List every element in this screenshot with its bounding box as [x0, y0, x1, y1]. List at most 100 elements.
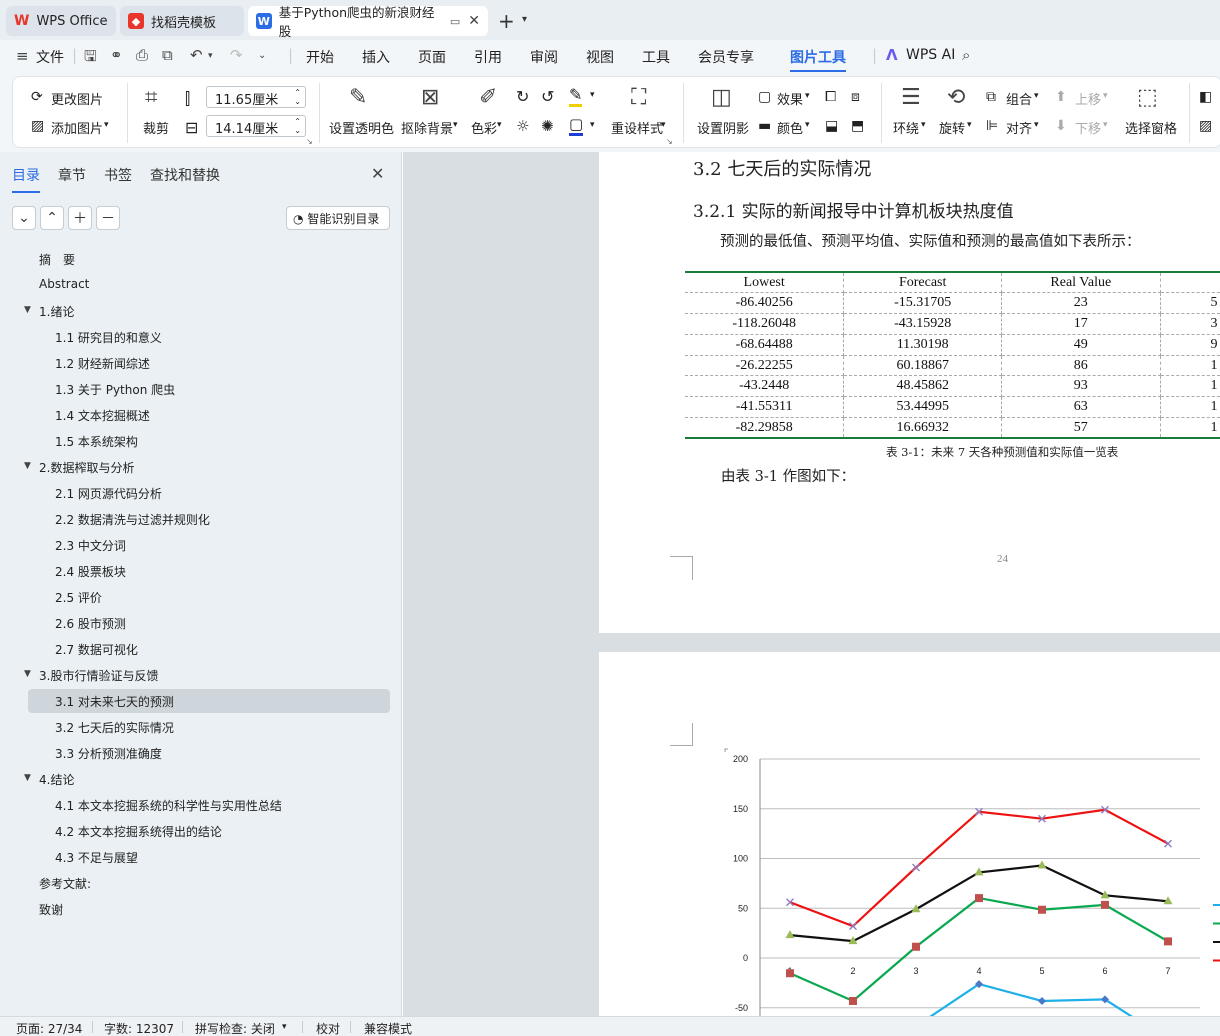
toc-item[interactable]: 4.结论 — [39, 771, 74, 788]
toc-item[interactable]: 3.2 七天后的实际情况 — [55, 719, 174, 736]
effects-button[interactable]: 效果 — [777, 89, 803, 108]
print-icon[interactable]: ⎙ — [136, 46, 148, 64]
toc-item[interactable]: Abstract — [39, 277, 89, 291]
toc-item[interactable]: 2.4 股票板块 — [55, 563, 126, 580]
chevron-down-icon[interactable]: ▾ — [967, 120, 972, 130]
spell-check[interactable]: 拼写检查: 关闭 — [195, 1020, 275, 1036]
color-button[interactable]: 色彩 — [471, 118, 497, 137]
toc-item[interactable]: 1.2 财经新闻综述 — [55, 355, 150, 372]
redo-icon[interactable]: ↷ — [230, 46, 243, 64]
rotate-right-icon[interactable]: ↺ — [541, 87, 554, 106]
undo-icon[interactable]: ↶ — [190, 46, 203, 64]
chevron-down-icon[interactable]: ⌄ — [258, 50, 266, 61]
toc-item[interactable]: 3.1 对未来七天的预测 — [55, 693, 174, 710]
toc-item[interactable]: 参考文献: — [39, 875, 91, 892]
toc-item[interactable]: 2.7 数据可视化 — [55, 641, 138, 658]
arrange-2-icon[interactable]: ⬒ — [851, 118, 864, 134]
toc-item[interactable]: 2.6 股市预测 — [55, 615, 126, 632]
chevron-down-icon[interactable]: ▾ — [1103, 91, 1108, 101]
expand-triangle-icon[interactable]: ▼ — [24, 305, 31, 315]
more-icon[interactable]: ◧ — [1199, 89, 1212, 105]
remove-heading-button[interactable]: － — [96, 206, 120, 230]
expand-triangle-icon[interactable]: ▼ — [24, 669, 31, 679]
dialog-launcher-icon[interactable]: ↘ — [666, 137, 673, 146]
chevron-down-icon[interactable]: ▾ — [590, 120, 595, 130]
selection-pane-button[interactable]: 选择窗格 — [1125, 118, 1177, 137]
panel-tab-find-replace[interactable]: 查找和替换 — [150, 165, 220, 185]
move-up-button[interactable]: 上移 — [1075, 89, 1101, 108]
stepper-icon[interactable]: ⌃ ⌄ — [294, 117, 301, 135]
menu-member[interactable]: 会员专享 — [698, 47, 754, 67]
menu-view[interactable]: 视图 — [586, 47, 614, 67]
group-button[interactable]: 组合 — [1006, 89, 1032, 108]
tab-wps-office[interactable]: W WPS Office — [6, 6, 116, 36]
chevron-down-icon[interactable]: ▾ — [104, 120, 109, 130]
add-image-button[interactable]: 添加图片 — [51, 118, 103, 137]
rotate-button[interactable]: 旋转 — [939, 118, 965, 137]
menu-home[interactable]: 开始 — [306, 47, 334, 67]
menu-tools[interactable]: 工具 — [642, 47, 670, 67]
highlight-icon[interactable]: ✎ — [569, 85, 583, 107]
chevron-down-icon[interactable]: ▾ — [590, 90, 595, 100]
chevron-down-icon[interactable]: ▾ — [453, 120, 458, 130]
set-transparent-button[interactable]: 设置透明色 — [329, 118, 394, 137]
close-icon[interactable]: ✕ — [468, 13, 480, 29]
toc-item[interactable]: 2.2 数据清洗与过滤并规则化 — [55, 511, 210, 528]
reset-style-button[interactable]: 重设样式 — [611, 118, 663, 137]
forecast-line-chart[interactable]: -500501001502001234567 — [720, 748, 1220, 1016]
menu-review[interactable]: 审阅 — [530, 47, 558, 67]
page-indicator[interactable]: 页面: 27/34 — [16, 1020, 82, 1036]
chevron-down-icon[interactable]: ▾ — [805, 91, 810, 101]
crop-button[interactable]: 裁剪 — [143, 118, 169, 137]
chevron-down-icon[interactable]: ▾ — [805, 120, 810, 130]
hamburger-icon[interactable]: ≡ — [16, 47, 29, 65]
wrap-button[interactable]: 环绕 — [893, 118, 919, 137]
contrast-icon[interactable]: ✺ — [541, 117, 554, 135]
menu-file[interactable]: 文件 — [36, 47, 64, 67]
close-icon[interactable]: ✕ — [371, 164, 384, 183]
send-backward-icon[interactable]: ⧈ — [851, 89, 860, 105]
toc-item[interactable]: 1.5 本系统架构 — [55, 433, 138, 450]
chevron-down-icon[interactable]: ▾ — [208, 51, 213, 61]
chevron-down-icon[interactable]: ▾ — [522, 14, 527, 25]
panel-tab-toc[interactable]: 目录 — [12, 165, 40, 193]
chevron-down-icon[interactable]: ▾ — [1103, 120, 1108, 130]
chevron-down-icon[interactable]: ▾ — [1034, 91, 1039, 101]
toc-item[interactable]: 1.绪论 — [39, 303, 74, 320]
align-button[interactable]: 对齐 — [1006, 118, 1032, 137]
remove-background-button[interactable]: 抠除背景 — [401, 118, 453, 137]
tab-template[interactable]: ◆ 找稻壳模板 — [120, 6, 244, 36]
height-field[interactable]: 14.14厘米 ⌃ ⌄ — [206, 115, 306, 137]
rotate-left-icon[interactable]: ↻ — [516, 87, 529, 106]
tab-document[interactable]: W 基于Python爬虫的新浪财经股 ▭ ✕ — [248, 5, 488, 39]
toc-item[interactable]: 2.5 评价 — [55, 589, 102, 606]
share-icon[interactable]: ⚭ — [110, 46, 123, 64]
menu-picture-tools[interactable]: 图片工具 — [790, 47, 846, 73]
menu-insert[interactable]: 插入 — [362, 47, 390, 67]
arrange-icon[interactable]: ⬓ — [825, 118, 838, 134]
set-shadow-button[interactable]: 设置阴影 — [697, 118, 749, 137]
chevron-down-icon[interactable]: ▾ — [497, 120, 502, 130]
expand-triangle-icon[interactable]: ▼ — [24, 773, 31, 783]
toc-item[interactable]: 4.2 本文本挖掘系统得出的结论 — [55, 823, 222, 840]
collapse-all-button[interactable]: ⌄ — [12, 206, 36, 230]
move-down-button[interactable]: 下移 — [1075, 118, 1101, 137]
width-field[interactable]: 11.65厘米 ⌃ ⌄ — [206, 86, 306, 108]
chevron-down-icon[interactable]: ▾ — [661, 120, 666, 130]
toc-item[interactable]: 3.3 分析预测准确度 — [55, 745, 162, 762]
new-tab-icon[interactable]: + — [498, 9, 515, 33]
word-count[interactable]: 字数: 12307 — [104, 1020, 174, 1036]
more-2-icon[interactable]: ▨ — [1199, 118, 1212, 134]
fill-color-button[interactable]: 颜色 — [777, 118, 803, 137]
expand-triangle-icon[interactable]: ▼ — [24, 461, 31, 471]
bring-forward-icon[interactable]: ⧠ — [825, 89, 836, 105]
brightness-icon[interactable]: ☼ — [516, 117, 529, 135]
toc-item[interactable]: 1.4 文本挖掘概述 — [55, 407, 150, 424]
menu-page[interactable]: 页面 — [418, 47, 446, 67]
expand-all-button[interactable]: ⌃ — [40, 206, 64, 230]
line-color-icon[interactable]: ▢ — [569, 115, 584, 136]
toc-item[interactable]: 2.1 网页源代码分析 — [55, 485, 162, 502]
save-icon[interactable]: 🖫 — [84, 46, 97, 71]
panel-tab-bookmarks[interactable]: 书签 — [104, 165, 132, 185]
toc-item[interactable]: 3.股市行情验证与反馈 — [39, 667, 158, 684]
